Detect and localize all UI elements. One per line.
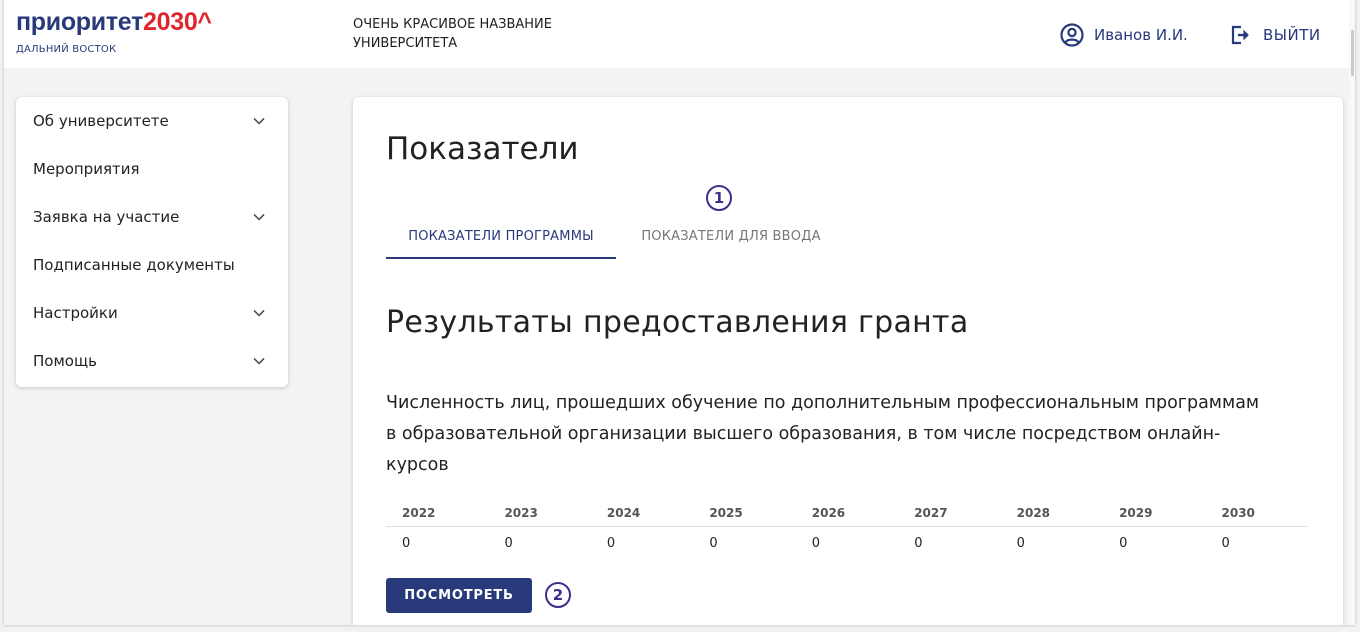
- tab-program-indicators[interactable]: ПОКАЗАТЕЛИ ПРОГРАММЫ: [386, 215, 616, 259]
- user-name: Иванов И.И.: [1094, 26, 1188, 44]
- sidebar-item-about[interactable]: Об университете: [16, 97, 288, 145]
- table-header-row: 2022 2023 2024 2025 2026 2027 2028 2029 …: [386, 500, 1308, 527]
- section-title: Результаты предоставления гранта: [386, 305, 969, 340]
- sidebar-item-help[interactable]: Помощь: [16, 337, 288, 385]
- year-value: 0: [914, 535, 923, 551]
- year-value: 0: [1119, 535, 1128, 551]
- year-value: 0: [1221, 535, 1230, 551]
- year-header: 2029: [1103, 500, 1206, 527]
- tab-input-indicators[interactable]: ПОКАЗАТЕЛИ ДЛЯ ВВОДА: [616, 215, 846, 257]
- year-value: 0: [1016, 535, 1025, 551]
- chevron-down-icon: [253, 357, 265, 365]
- scrollbar-thumb[interactable]: [1351, 30, 1354, 76]
- year-header: 2028: [1000, 500, 1104, 527]
- indicator-table: 2022 2023 2024 2025 2026 2027 2028 2029 …: [386, 500, 1308, 559]
- logout-label: ВЫЙТИ: [1263, 26, 1321, 44]
- year-header: 2026: [795, 500, 899, 527]
- year-header: 2030: [1205, 500, 1308, 527]
- indicator-description: Численность лиц, прошедших обучение по д…: [386, 393, 1260, 475]
- logo-text: приоритет: [16, 8, 144, 36]
- app-frame: приоритет2030^ ДАЛЬНИЙ ВОСТОК ОЧЕНЬ КРАС…: [4, 0, 1355, 625]
- table-row: 0 0 0 0 0 0 0 0 0: [386, 527, 1308, 560]
- year-value: 0: [504, 535, 513, 551]
- sidebar-item-label: Мероприятия: [33, 160, 140, 178]
- sidebar-item-signed-documents[interactable]: Подписанные документы: [16, 241, 288, 289]
- sidebar-item-application[interactable]: Заявка на участие: [16, 193, 288, 241]
- logout-icon: [1231, 25, 1249, 45]
- sidebar-item-settings[interactable]: Настройки: [16, 289, 288, 337]
- user-circle-icon: [1060, 23, 1084, 47]
- sidebar-item-label: Помощь: [33, 352, 97, 370]
- logo-year: 2030^: [143, 8, 212, 36]
- year-value: 0: [709, 535, 718, 551]
- sidebar-item-events[interactable]: Мероприятия: [16, 145, 288, 193]
- annotation-marker: 2: [545, 582, 571, 608]
- header: приоритет2030^ ДАЛЬНИЙ ВОСТОК ОЧЕНЬ КРАС…: [4, 0, 1355, 68]
- sidebar-item-label: Настройки: [33, 304, 118, 322]
- year-value: 0: [811, 535, 821, 551]
- year-header: 2025: [693, 500, 796, 527]
- main-card: Показатели ПОКАЗАТЕЛИ ПРОГРАММЫ ПОКАЗАТЕ…: [353, 97, 1343, 625]
- logo[interactable]: приоритет2030^: [16, 8, 212, 36]
- year-value: 0: [402, 535, 411, 551]
- sidebar-item-label: Заявка на участие: [33, 208, 180, 226]
- page-title: Показатели: [386, 131, 579, 167]
- user-profile-link[interactable]: Иванов И.И.: [1060, 22, 1188, 48]
- chevron-down-icon: [253, 117, 265, 125]
- year-header: 2024: [590, 500, 694, 527]
- year-header: 2027: [898, 500, 1001, 527]
- sidebar: Об университете Мероприятия Заявка на уч…: [16, 97, 288, 387]
- logo-region: ДАЛЬНИЙ ВОСТОК: [16, 44, 117, 55]
- year-header: 2023: [488, 500, 591, 527]
- university-name: ОЧЕНЬ КРАСИВОЕ НАЗВАНИЕ УНИВЕРСИТЕТА: [353, 17, 552, 51]
- sidebar-item-label: Подписанные документы: [33, 256, 235, 274]
- annotation-marker: 1: [706, 185, 732, 211]
- sidebar-item-label: Об университете: [33, 112, 169, 130]
- logout-button[interactable]: ВЫЙТИ: [1229, 22, 1321, 48]
- chevron-down-icon: [253, 213, 265, 221]
- year-value: 0: [606, 535, 616, 551]
- scrollbar[interactable]: [1349, 0, 1355, 625]
- chevron-down-icon: [253, 309, 265, 317]
- year-header: 2022: [386, 500, 489, 527]
- view-button[interactable]: ПОСМОТРЕТЬ: [386, 578, 532, 613]
